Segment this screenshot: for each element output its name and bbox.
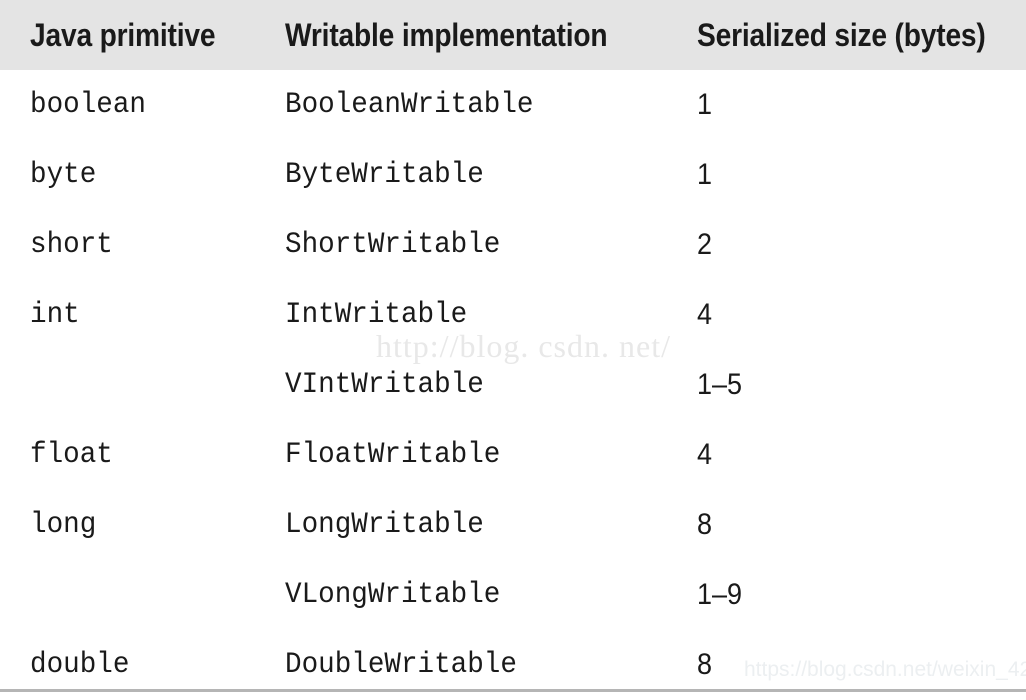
cell-serialized-size: 4 [697, 298, 713, 331]
cell-java-primitive: int [30, 298, 80, 332]
writable-types-table: Java primitive Writable implementation S… [0, 0, 1026, 700]
cell-writable-implementation: BooleanWritable [285, 88, 534, 122]
cell-java-primitive: long [30, 508, 97, 542]
cell-java-primitive: float [30, 438, 113, 472]
table-row: VIntWritable 1–5 [0, 350, 1026, 420]
column-header-java-primitive: Java primitive [30, 17, 216, 53]
cell-java-primitive: boolean [30, 88, 146, 122]
cell-writable-implementation: ByteWritable [285, 158, 484, 192]
cell-writable-implementation: IntWritable [285, 298, 468, 332]
cell-writable-implementation: VIntWritable [285, 368, 484, 402]
table-row: long LongWritable 8 [0, 490, 1026, 560]
table-row: byte ByteWritable 1 [0, 140, 1026, 210]
cell-java-primitive: short [30, 228, 113, 262]
table-row: short ShortWritable 2 [0, 210, 1026, 280]
cell-serialized-size: 1–9 [697, 578, 743, 611]
cell-writable-implementation: FloatWritable [285, 438, 501, 472]
cell-writable-implementation: VLongWritable [285, 578, 501, 612]
cell-serialized-size: 1 [697, 158, 713, 191]
table-row: int IntWritable 4 [0, 280, 1026, 350]
cell-serialized-size: 8 [697, 508, 713, 541]
table-bottom-rule [0, 689, 1026, 692]
column-header-serialized-size: Serialized size (bytes) [697, 17, 986, 53]
cell-writable-implementation: LongWritable [285, 508, 484, 542]
table-row: boolean BooleanWritable 1 [0, 70, 1026, 140]
table-row: VLongWritable 1–9 [0, 560, 1026, 630]
cell-serialized-size: 1 [697, 88, 713, 121]
cell-java-primitive: byte [30, 158, 97, 192]
table-header-row: Java primitive Writable implementation S… [0, 0, 1026, 70]
table-row: float FloatWritable 4 [0, 420, 1026, 490]
cell-serialized-size: 2 [697, 228, 713, 261]
column-header-writable-implementation: Writable implementation [285, 17, 608, 53]
cell-writable-implementation: ShortWritable [285, 228, 501, 262]
cell-serialized-size: 4 [697, 438, 713, 471]
cell-serialized-size: 1–5 [697, 368, 743, 401]
